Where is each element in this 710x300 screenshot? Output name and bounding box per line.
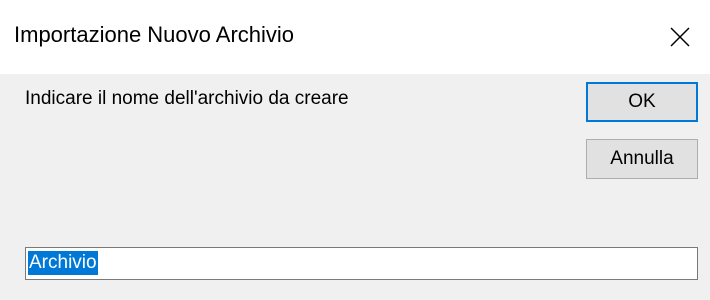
cancel-button[interactable]: Annulla xyxy=(586,139,698,179)
dialog-window: Importazione Nuovo Archivio Indicare il … xyxy=(0,0,710,300)
dialog-title: Importazione Nuovo Archivio xyxy=(14,22,295,47)
ok-button[interactable]: OK xyxy=(586,82,698,122)
close-icon xyxy=(670,27,690,47)
archive-name-value: Archivio xyxy=(28,251,98,275)
close-button[interactable] xyxy=(650,0,710,74)
prompt-message: Indicare il nome dell'archivio da creare xyxy=(25,88,349,109)
title-bar[interactable]: Importazione Nuovo Archivio xyxy=(0,0,710,74)
archive-name-input[interactable]: Archivio xyxy=(25,247,698,280)
